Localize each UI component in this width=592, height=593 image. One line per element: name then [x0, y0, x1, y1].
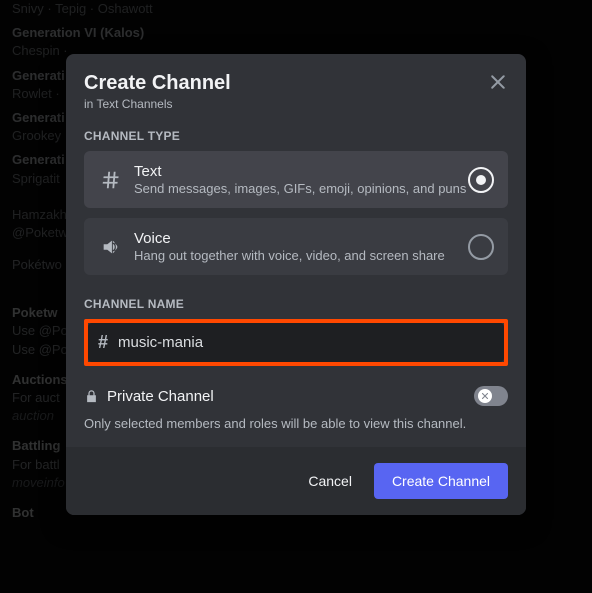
channel-type-voice[interactable]: Voice Hang out together with voice, vide…	[84, 218, 508, 275]
channel-type-label: CHANNEL TYPE	[84, 129, 508, 143]
channel-type-text[interactable]: Text Send messages, images, GIFs, emoji,…	[84, 151, 508, 208]
radio-selected	[468, 167, 494, 193]
option-name: Voice	[134, 230, 468, 247]
channel-name-input[interactable]	[116, 333, 494, 352]
toggle-knob	[478, 389, 492, 403]
create-channel-button[interactable]: Create Channel	[374, 463, 508, 499]
radio-unselected	[468, 234, 494, 260]
create-channel-modal: Create Channel in Text Channels CHANNEL …	[66, 54, 526, 515]
modal-footer: Cancel Create Channel	[66, 447, 526, 515]
modal-title: Create Channel	[84, 72, 508, 95]
cancel-button[interactable]: Cancel	[302, 472, 358, 490]
modal-subtitle: in Text Channels	[84, 97, 508, 111]
private-channel-label: Private Channel	[107, 388, 474, 405]
option-desc: Hang out together with voice, video, and…	[134, 248, 468, 263]
private-channel-toggle[interactable]	[474, 386, 508, 406]
hash-icon: #	[98, 332, 108, 353]
speaker-icon	[98, 236, 124, 258]
close-icon	[488, 72, 508, 92]
channel-name-label: CHANNEL NAME	[84, 297, 508, 311]
x-icon	[480, 391, 490, 401]
option-name: Text	[134, 163, 468, 180]
channel-name-field[interactable]: #	[88, 323, 504, 362]
private-channel-row: Private Channel	[84, 386, 508, 406]
hash-icon	[98, 169, 124, 191]
private-channel-desc: Only selected members and roles will be …	[84, 416, 508, 431]
lock-icon	[84, 389, 99, 404]
close-button[interactable]	[486, 70, 510, 94]
option-desc: Send messages, images, GIFs, emoji, opin…	[134, 181, 468, 196]
channel-name-highlight: #	[84, 319, 508, 366]
